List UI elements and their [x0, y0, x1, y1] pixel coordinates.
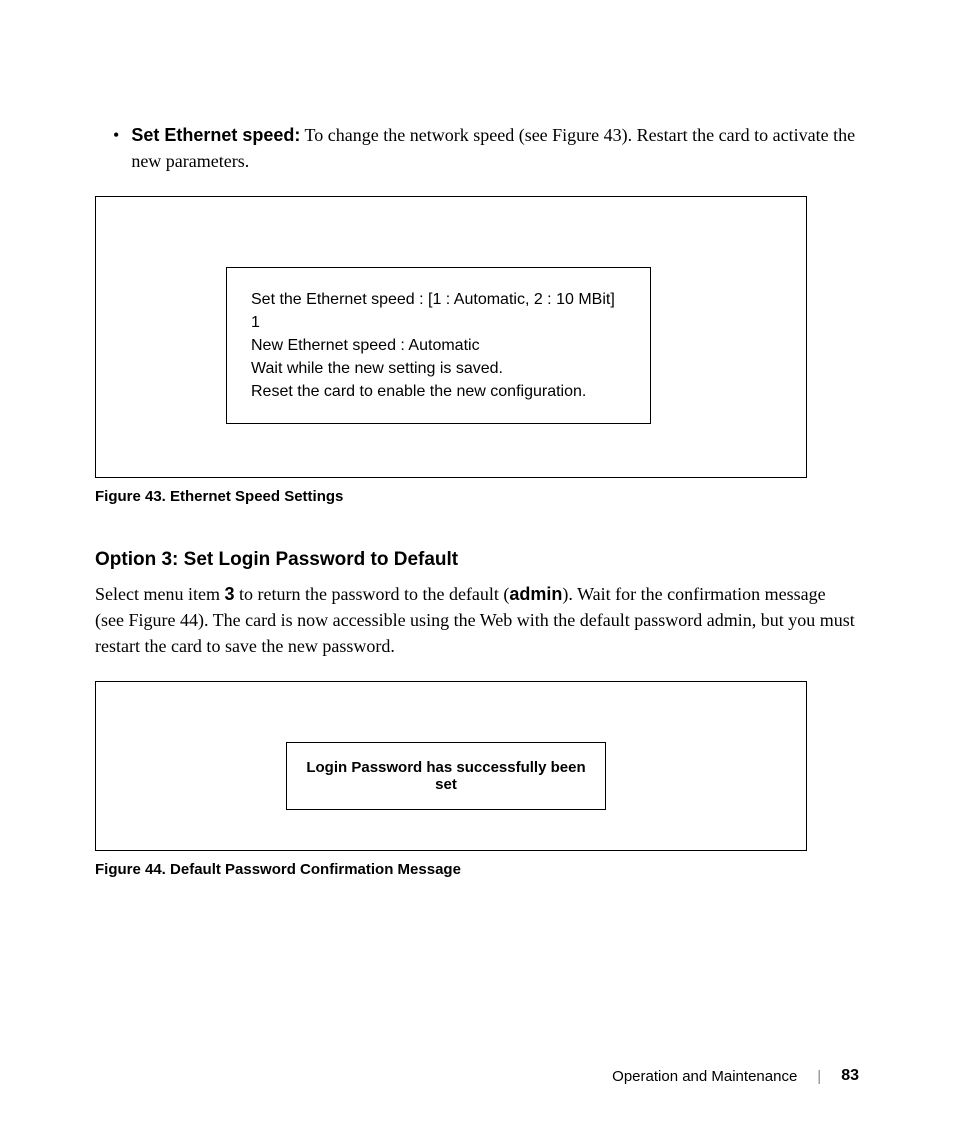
bullet-text: Set Ethernet speed: To change the networ… — [131, 122, 859, 174]
para-text: Select menu item — [95, 584, 224, 604]
figure-44-caption: Figure 44. Default Password Confirmation… — [95, 861, 859, 878]
document-page: • Set Ethernet speed: To change the netw… — [0, 0, 954, 1145]
figure-43-caption: Figure 43. Ethernet Speed Settings — [95, 488, 859, 505]
bullet-lead: Set Ethernet speed: — [131, 125, 300, 145]
footer-section: Operation and Maintenance — [612, 1068, 797, 1085]
figure-43-terminal: Set the Ethernet speed : [1 : Automatic,… — [226, 267, 651, 424]
bullet-item: • Set Ethernet speed: To change the netw… — [113, 122, 859, 174]
figure-44-box: Login Password has successfully been set — [95, 681, 807, 851]
terminal-line: 1 — [251, 311, 626, 334]
para-bold: admin — [509, 584, 562, 604]
terminal-line: Wait while the new setting is saved. — [251, 357, 626, 380]
terminal-line: Set the Ethernet speed : [1 : Automatic,… — [251, 288, 626, 311]
footer-page-number: 83 — [841, 1067, 859, 1085]
bullet-glyph: • — [113, 122, 119, 148]
figure-43-box: Set the Ethernet speed : [1 : Automatic,… — [95, 196, 807, 478]
figure-44-message: Login Password has successfully been set — [286, 742, 606, 810]
footer-divider: | — [817, 1068, 821, 1085]
body-paragraph: Select menu item 3 to return the passwor… — [95, 581, 859, 659]
para-bold: 3 — [224, 584, 234, 604]
terminal-line: Reset the card to enable the new configu… — [251, 380, 626, 403]
para-text: to return the password to the default ( — [234, 584, 509, 604]
section-heading: Option 3: Set Login Password to Default — [95, 549, 859, 571]
terminal-line: New Ethernet speed : Automatic — [251, 334, 626, 357]
page-footer: Operation and Maintenance | 83 — [612, 1067, 859, 1085]
